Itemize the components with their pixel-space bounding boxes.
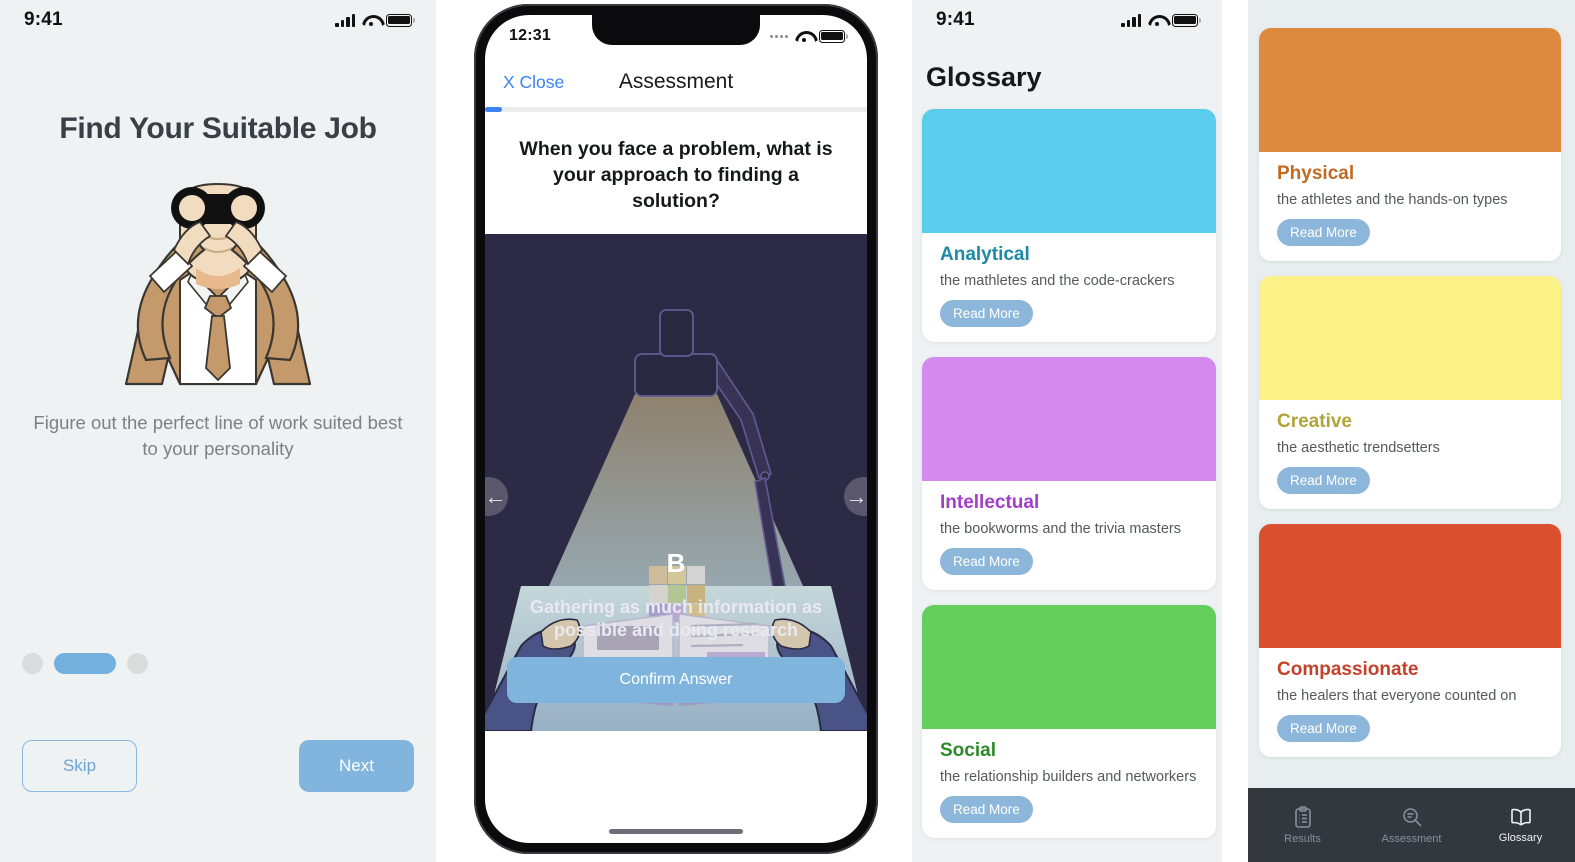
status-icons (335, 13, 415, 27)
status-time: 9:41 (936, 9, 975, 30)
read-more-button[interactable]: Read More (940, 548, 1033, 575)
cellular-bars-icon (1121, 13, 1141, 27)
desk-lamp-book-and-hands-illustration: ← → B Gathering as much information as p… (485, 234, 867, 732)
skip-button[interactable]: Skip (22, 740, 137, 792)
glossary-card-description: the athletes and the hands-on types (1277, 192, 1508, 208)
battery-full-icon (386, 13, 415, 27)
glossary-screen-right: Physical the athletes and the hands-on ty… (1248, 0, 1575, 862)
pagination-dots[interactable] (22, 653, 148, 674)
status-bar: 9:41 (912, 0, 1222, 40)
glossary-card[interactable]: Social the relationship builders and netw… (922, 605, 1216, 838)
glossary-card-description: the healers that everyone counted on (1277, 688, 1517, 704)
glossary-card-swatch (1259, 276, 1561, 400)
glossary-screen-left: 9:41 Glossary Analytical the mathletes an… (912, 0, 1222, 862)
home-indicator[interactable] (609, 829, 743, 834)
wifi-icon (362, 14, 379, 27)
page-title: Find Your Suitable Job (59, 112, 377, 145)
read-more-button[interactable]: Read More (1277, 715, 1370, 742)
read-more-button[interactable]: Read More (1277, 219, 1370, 246)
glossary-card-swatch (922, 109, 1216, 233)
tab-label: Assessment (1381, 832, 1442, 845)
clipboard-icon (1293, 805, 1313, 828)
pagination-dot-2-active[interactable] (54, 653, 116, 674)
tab-assessment[interactable]: Assessment (1357, 806, 1466, 845)
bottom-tab-bar: Results Assessment Glossary (1248, 788, 1575, 862)
glossary-card-description: the aesthetic trendsetters (1277, 440, 1440, 456)
read-more-button[interactable]: Read More (940, 796, 1033, 823)
phone-notch (592, 15, 760, 45)
status-time: 9:41 (24, 9, 63, 30)
glossary-card-swatch (922, 605, 1216, 729)
glossary-card-body: Physical the athletes and the hands-on ty… (1259, 152, 1561, 261)
magnifier-icon (1401, 806, 1423, 828)
question-text: When you face a problem, what is your ap… (519, 138, 833, 213)
glossary-card-swatch (1259, 28, 1561, 152)
glossary-card-body: Analytical the mathletes and the code-cra… (922, 233, 1216, 342)
cellular-bars-icon (335, 13, 355, 27)
battery-full-icon (1172, 13, 1201, 27)
phone-screen: 12:31 X Close Assessment When you face a… (485, 15, 867, 843)
tab-label: Glossary (1498, 831, 1543, 844)
glossary-card-list: Physical the athletes and the hands-on ty… (1259, 12, 1561, 757)
page-subtitle: Figure out the perfect line of work suit… (33, 412, 403, 460)
status-bar: 9:41 (0, 0, 436, 40)
onboarding-screen: 9:41 Find Your Suitable Job Figure out t… (0, 0, 436, 862)
glossary-card-list: Analytical the mathletes and the code-cra… (922, 93, 1216, 838)
glossary-card-title: Intellectual (940, 492, 1040, 513)
navigation-bar: X Close Assessment (485, 57, 867, 107)
glossary-card-body: Compassionate the healers that everyone c… (1259, 648, 1561, 757)
glossary-card-description: the relationship builders and networkers (940, 769, 1197, 785)
glossary-card-title: Compassionate (1277, 659, 1419, 680)
glossary-card[interactable]: Creative the aesthetic trendsetters Read M… (1259, 276, 1561, 509)
glossary-card-title: Social (940, 740, 996, 761)
onboarding-actions: Skip Next (22, 740, 414, 792)
next-button[interactable]: Next (299, 740, 414, 792)
read-more-button[interactable]: Read More (940, 300, 1033, 327)
phone-frame: 12:31 X Close Assessment When you face a… (474, 4, 878, 854)
glossary-card-body: Social the relationship builders and netw… (922, 729, 1216, 838)
glossary-card-description: the bookworms and the trivia masters (940, 521, 1181, 537)
glossary-card[interactable]: Physical the athletes and the hands-on ty… (1259, 28, 1561, 261)
glossary-card-swatch (1259, 524, 1561, 648)
pagination-dot-3[interactable] (127, 653, 148, 674)
pagination-dot-1[interactable] (22, 653, 43, 674)
cellular-dots-icon (770, 34, 788, 38)
status-icons (770, 29, 848, 43)
battery-full-icon (819, 29, 848, 43)
progress-fill (485, 107, 503, 112)
glossary-card[interactable]: Analytical the mathletes and the code-cra… (922, 109, 1216, 342)
glossary-card-description: the mathletes and the code-crackers (940, 273, 1175, 289)
status-time: 12:31 (509, 27, 551, 44)
choice-caption: Gathering as much information as possibl… (529, 596, 823, 641)
page-title: Glossary (926, 62, 1042, 92)
wifi-icon (795, 30, 812, 43)
screenshot-stage: 9:41 Find Your Suitable Job Figure out t… (0, 0, 1575, 862)
close-button[interactable]: X Close (503, 72, 564, 93)
tab-results[interactable]: Results (1248, 805, 1357, 845)
glossary-card[interactable]: Intellectual the bookworms and the trivia… (922, 357, 1216, 590)
glossary-card-body: Intellectual the bookworms and the trivia… (922, 481, 1216, 590)
wifi-icon (1148, 14, 1165, 27)
progress-bar (485, 107, 867, 112)
tab-label: Results (1284, 832, 1321, 845)
glossary-card-title: Creative (1277, 411, 1352, 432)
status-icons (1121, 13, 1201, 27)
person-with-binoculars-illustration (88, 172, 348, 392)
confirm-answer-button[interactable]: Confirm Answer (507, 657, 845, 704)
glossary-card-swatch (922, 357, 1216, 481)
tab-glossary[interactable]: Glossary (1466, 807, 1575, 844)
glossary-card-title: Physical (1277, 163, 1355, 184)
glossary-card[interactable]: Compassionate the healers that everyone c… (1259, 524, 1561, 757)
choice-letter: B (666, 548, 686, 579)
glossary-card-title: Analytical (940, 244, 1030, 265)
open-book-icon (1509, 807, 1533, 827)
assessment-screen: 12:31 X Close Assessment When you face a… (472, 0, 880, 862)
glossary-card-body: Creative the aesthetic trendsetters Read M… (1259, 400, 1561, 509)
read-more-button[interactable]: Read More (1277, 467, 1370, 494)
